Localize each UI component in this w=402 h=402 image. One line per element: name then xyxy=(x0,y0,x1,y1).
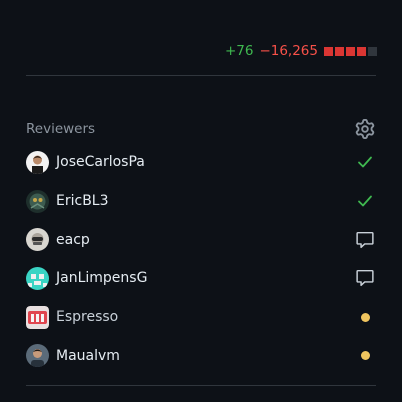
reviewer-name[interactable]: EricBL3 xyxy=(56,193,109,209)
diffstat-block xyxy=(346,46,355,56)
reviewer-name[interactable]: eacp xyxy=(56,232,90,248)
diffstat-block xyxy=(335,46,344,56)
diffstat-blocks xyxy=(324,46,377,56)
reviewer-row: JanLimpensG xyxy=(26,259,376,298)
pending-dot-icon xyxy=(354,306,376,328)
avatar[interactable] xyxy=(26,228,49,252)
gear-icon[interactable] xyxy=(354,118,376,140)
reviewer-name[interactable]: JanLimpensG xyxy=(56,270,147,286)
diffstat-block xyxy=(368,46,377,56)
reviewer-name[interactable]: Maualvm xyxy=(56,348,120,364)
pending-dot-icon xyxy=(354,345,376,367)
additions-count: +76 xyxy=(224,43,254,59)
reviewers-list: JoseCarlosPa EricBL3 eacp JanLimpensG Es… xyxy=(26,143,376,375)
avatar[interactable] xyxy=(26,189,49,213)
avatar[interactable] xyxy=(26,266,49,290)
avatar[interactable] xyxy=(26,305,49,329)
reviewer-name[interactable]: Espresso xyxy=(56,309,118,325)
reviewer-row: Maualvm xyxy=(26,336,376,375)
comment-icon xyxy=(354,229,376,251)
reviewer-name[interactable]: JoseCarlosPa xyxy=(56,154,145,170)
reviewer-row: JoseCarlosPa xyxy=(26,143,376,182)
avatar[interactable] xyxy=(26,344,49,368)
divider xyxy=(26,75,376,76)
reviewers-header: Reviewers xyxy=(26,118,376,140)
avatar[interactable] xyxy=(26,150,49,174)
diffstat[interactable]: +76 −16,265 xyxy=(225,43,377,59)
divider xyxy=(26,385,376,386)
comment-icon xyxy=(354,267,376,289)
diffstat-block xyxy=(357,46,366,56)
check-icon xyxy=(354,190,376,212)
reviewers-title: Reviewers xyxy=(26,121,96,137)
deletions-count: −16,265 xyxy=(259,43,318,59)
reviewer-row: Espresso xyxy=(26,298,376,337)
reviewer-row: eacp xyxy=(26,220,376,259)
reviewer-row: EricBL3 xyxy=(26,182,376,221)
check-icon xyxy=(354,151,376,173)
diffstat-block xyxy=(324,46,333,56)
